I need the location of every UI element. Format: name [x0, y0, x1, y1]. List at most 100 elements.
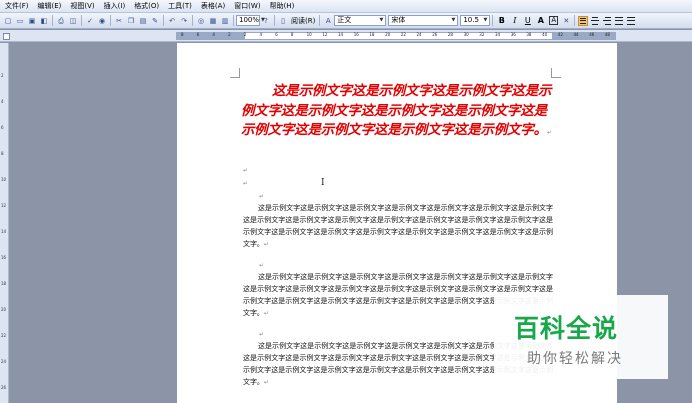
toolbar-separator [192, 15, 193, 26]
spelling-icon[interactable]: ✓ [85, 16, 95, 26]
font-size-value: 10.5 [463, 16, 479, 24]
empty-paragraph-mark: ↵ [243, 167, 249, 174]
ruler-tick-label: 6 [196, 32, 200, 37]
chevron-down-icon: ▼ [483, 17, 488, 23]
site-watermark: 百科全说 助你轻松解决 [494, 295, 668, 379]
toolbar-separator [81, 15, 82, 26]
read-mode-button[interactable]: 阅读(R) [291, 16, 315, 26]
permission-icon[interactable]: ◧ [39, 16, 49, 26]
bold-button[interactable]: B [496, 15, 507, 26]
redo-icon[interactable]: ↷ [179, 16, 189, 26]
format-painter-icon[interactable]: ✎ [150, 16, 160, 26]
line-spacing-button[interactable] [626, 16, 636, 26]
menu-view[interactable]: 视图(V) [70, 0, 94, 12]
font-color-button[interactable]: A [535, 15, 546, 26]
align-justify-button[interactable] [578, 15, 589, 26]
toolbar-separator [52, 15, 53, 26]
ruler-tick-label: 2 [228, 32, 231, 37]
cut-icon[interactable]: ✂ [114, 16, 124, 26]
vertical-ruler-tick-label: 10 [1, 177, 7, 182]
toolbar-separator [574, 15, 576, 26]
heading-text: 这是示例文字这是示例文字这是示例文字这是示例文字这是示例文字这是示例文字这是示例… [241, 83, 552, 138]
menu-file[interactable]: 文件(F) [5, 0, 29, 12]
print-icon[interactable]: ⎙ [56, 16, 66, 26]
table-icon[interactable]: ▦ [208, 16, 218, 26]
menu-edit[interactable]: 编辑(E) [38, 0, 62, 12]
align-right-button[interactable] [602, 16, 612, 26]
toolbar-separator [163, 15, 164, 26]
chevron-down-icon: ▼ [451, 17, 456, 23]
vertical-ruler[interactable]: 2 4 6 8 10 12 14 16 18 20 22 24 26 [0, 43, 9, 403]
menu-help[interactable]: 帮助(H) [270, 0, 295, 12]
columns-icon[interactable]: ▥ [220, 16, 230, 26]
char-scale-icon[interactable]: ✕ [561, 16, 571, 26]
ruler-left-margin [177, 33, 245, 39]
toolbar-separator [233, 15, 234, 26]
word-window: 文件(F) 编辑(E) 视图(V) 插入(I) 格式(O) 工具(T) 表格(A… [0, 0, 692, 403]
toolbar-separator [274, 15, 275, 26]
watermark-title: 百科全说 [514, 314, 619, 343]
undo-icon[interactable]: ↶ [167, 16, 177, 26]
hyperlink-icon[interactable]: ◎ [196, 16, 206, 26]
vertical-ruler-tick-label: 20 [1, 307, 7, 312]
ruler-tick-label: 26 [432, 32, 438, 37]
ruler-tick-label: 20 [385, 32, 391, 37]
menu-tools[interactable]: 工具(T) [168, 0, 192, 12]
zoom-value: 100% [239, 16, 260, 24]
vertical-ruler-tick-label: 6 [1, 125, 4, 130]
ruler-tick-label: 8 [181, 32, 184, 37]
ruler-tick-label: 16 [353, 32, 359, 37]
copy-icon[interactable]: ❐ [126, 16, 136, 26]
style-value: 正文 [337, 16, 352, 24]
paragraph-mark: ↵ [546, 129, 552, 136]
menu-table[interactable]: 表格(A) [201, 0, 225, 12]
paragraph-mark: ↵ [263, 241, 269, 248]
help-icon[interactable]: ? [261, 16, 271, 26]
research-icon[interactable]: ◉ [97, 16, 107, 26]
print-preview-icon[interactable]: ◫ [68, 16, 78, 26]
style-select[interactable]: 正文 ▼ [334, 15, 387, 26]
underline-button[interactable]: U [522, 15, 533, 26]
new-document-icon[interactable]: ▢ [3, 16, 13, 26]
ruler-tick-label: 6 [275, 32, 278, 37]
tab-selector[interactable] [3, 33, 10, 40]
red-heading-paragraph[interactable]: 这是示例文字这是示例文字这是示例文字这是示例文字这是示例文字这是示例文字这是示例… [241, 82, 553, 143]
zoom-select[interactable]: 100% ▼ [236, 15, 265, 26]
styles-pane-icon[interactable]: A [323, 16, 333, 26]
italic-button[interactable]: I [509, 15, 520, 26]
ruler-tick-label: 34 [495, 32, 501, 37]
vertical-ruler-tick-label: 12 [1, 203, 7, 208]
chevron-down-icon: ▼ [379, 17, 384, 23]
menu-insert[interactable]: 插入(I) [104, 0, 126, 12]
align-center-button[interactable] [590, 16, 600, 26]
vertical-ruler-tick-label: 4 [1, 99, 4, 104]
paste-icon[interactable]: ▤ [138, 16, 148, 26]
ruler-tick-label: 40 [542, 32, 548, 37]
open-folder-icon[interactable]: ▭ [15, 16, 25, 26]
font-select[interactable]: 宋体 ▼ [388, 15, 459, 26]
char-border-button[interactable]: A [548, 15, 559, 26]
ruler-tick-label: 10 [306, 32, 312, 37]
read-mode-icon[interactable]: ▯ [278, 16, 288, 26]
menu-bar: 文件(F) 编辑(E) 视图(V) 插入(I) 格式(O) 工具(T) 表格(A… [0, 0, 692, 13]
empty-paragraph-mark: ↵ [259, 262, 265, 269]
vertical-ruler-tick-label: 8 [1, 151, 4, 156]
ruler-tick-label: 4 [259, 32, 263, 37]
ruler-tick-label: 42 [557, 32, 563, 37]
save-icon[interactable]: ▣ [27, 16, 37, 26]
ruler-tick-label: 4 [212, 32, 215, 37]
horizontal-ruler[interactable]: 8 6 4 2 2 4 6 8 10 12 14 16 18 20 22 24 26 28 30 32 34 36 38 40… [176, 32, 616, 40]
empty-paragraph-mark: ↵ [259, 331, 265, 338]
body-paragraph[interactable]: 这是示例文字这是示例文字这是示例文字这是示例文字这是示例文字这是示例文字这是示例… [243, 202, 553, 251]
menu-window[interactable]: 窗口(W) [234, 0, 260, 12]
distributed-button[interactable] [614, 16, 624, 26]
ruler-tick-label: 14 [338, 32, 344, 37]
toolbar-separator [110, 15, 111, 26]
text-cursor-icon: I [321, 178, 325, 188]
font-size-select[interactable]: 10.5 ▼ [460, 15, 491, 26]
ruler-tick-label: 30 [463, 32, 469, 37]
vertical-ruler-tick-label: 18 [1, 281, 7, 286]
char-border-icon: A [549, 16, 559, 25]
paragraph-text: 这是示例文字这是示例文字这是示例文字这是示例文字这是示例文字这是示例文字这是示例… [243, 204, 553, 248]
menu-format[interactable]: 格式(O) [134, 0, 159, 12]
